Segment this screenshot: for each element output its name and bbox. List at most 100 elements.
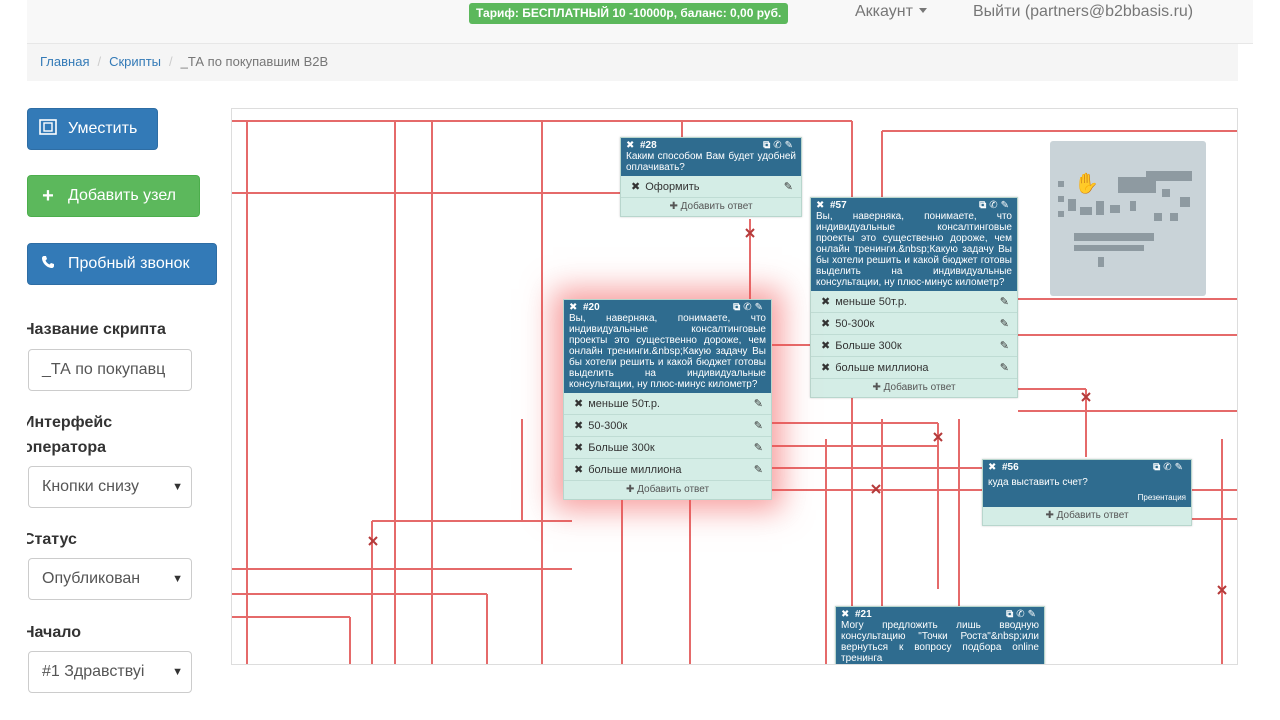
add-answer-link[interactable]: ✚ Добавить ответ (983, 507, 1191, 525)
start-label: Начало (27, 624, 81, 641)
app-frame: Тариф: БЕСПЛАТНЫЙ 10 -10000р, баланс: 0,… (27, 0, 1253, 720)
delete-icon[interactable]: ✖ (841, 609, 849, 620)
script-flow-canvas[interactable]: ✋ ✖ #28 ⧉✆✎ Каким способом Вам будет удоб… (231, 108, 1238, 665)
answer-item[interactable]: ✖ больше миллиона ✎ (564, 459, 771, 481)
delete-icon[interactable]: ✖ (816, 200, 824, 211)
node-header: ✖ #56 ⧉✆✎ куда выставить счет? Презентаци… (983, 460, 1191, 507)
edit-icon[interactable]: ✎ (754, 419, 763, 432)
edit-icon[interactable]: ✎ (754, 397, 763, 410)
delete-answer-icon[interactable]: ✖ (631, 181, 640, 193)
node-question: куда выставить счет? (988, 477, 1088, 488)
answer-item[interactable]: ✖ Больше 300к ✎ (564, 437, 771, 459)
delete-answer-icon[interactable]: ✖ (574, 442, 583, 454)
node-20[interactable]: ✖ #20 ⧉✆✎ Вы, наверняка, понимаете, что и… (563, 299, 772, 500)
node-question: Могу предложить лишь вводную консультаци… (841, 620, 1039, 664)
breadcrumb-separator: / (169, 54, 173, 69)
plus-icon: + (42, 184, 54, 207)
node-subtitle: Презентация (1137, 493, 1186, 502)
node-question: Вы, наверняка, понимаете, что индивидуал… (816, 211, 1012, 288)
add-answer-link[interactable]: ✚ Добавить ответ (621, 198, 801, 216)
fit-button[interactable]: Уместить (27, 108, 158, 150)
node-header: ✖ #21 ⧉✆✎ Могу предложить лишь вводную ко… (836, 607, 1044, 664)
node-tools[interactable]: ⧉✆✎ (1153, 462, 1186, 473)
answer-item[interactable]: ✖ меньше 50т.р. ✎ (811, 291, 1017, 313)
edit-icon[interactable]: ✎ (754, 441, 763, 454)
breadcrumb-current: _ТА по покупавшим В2В (180, 54, 329, 69)
node-tools[interactable]: ⧉✆✎ (979, 200, 1012, 211)
script-name-input[interactable]: _ТА по покупавц (28, 349, 192, 391)
test-call-button[interactable]: Пробный звонок (27, 243, 217, 285)
add-answer-link[interactable]: ✚ Добавить ответ (564, 481, 771, 499)
add-node-button[interactable]: + Добавить узел (27, 175, 200, 217)
account-menu[interactable]: Аккаунт (855, 2, 927, 22)
node-question: Вы, наверняка, понимаете, что индивидуал… (569, 313, 766, 390)
answer-label: 50-300к (835, 318, 875, 330)
add-node-button-label: Добавить узел (68, 187, 177, 204)
node-21[interactable]: ✖ #21 ⧉✆✎ Могу предложить лишь вводную ко… (835, 606, 1045, 664)
node-header: ✖ #57 ⧉✆✎ Вы, наверняка, понимаете, что и… (811, 198, 1017, 291)
tariff-badge: Тариф: БЕСПЛАТНЫЙ 10 -10000р, баланс: 0,… (469, 3, 789, 24)
delete-icon[interactable]: ✖ (988, 462, 996, 473)
node-tools[interactable]: ⧉✆✎ (733, 302, 766, 313)
script-name-value: _ТА по покупавц (42, 361, 166, 378)
script-name-label: Название скрипта (27, 321, 166, 338)
breadcrumb-separator: / (97, 54, 102, 69)
edit-icon[interactable]: ✎ (1000, 295, 1009, 308)
minimap[interactable]: ✋ (1050, 141, 1206, 296)
node-header: ✖ #28 ⧉✆✎ Каким способом Вам будет удобне… (621, 138, 801, 176)
edit-icon[interactable]: ✎ (754, 463, 763, 476)
delete-answer-icon[interactable]: ✖ (574, 420, 583, 432)
answer-label: Больше 300к (835, 340, 902, 352)
node-id: #28 (639, 140, 657, 151)
answer-item[interactable]: ✖ 50-300к ✎ (811, 313, 1017, 335)
status-label: Статус (27, 531, 77, 548)
edit-icon[interactable]: ✎ (784, 180, 793, 193)
node-tools[interactable]: ⧉✆✎ (1006, 609, 1039, 620)
delete-answer-icon[interactable]: ✖ (821, 362, 830, 374)
node-id: #57 (829, 200, 847, 211)
interface-label-line2: оператора (27, 439, 107, 456)
test-call-button-label: Пробный звонок (68, 255, 190, 272)
add-answer-link[interactable]: ✚ Добавить ответ (811, 379, 1017, 397)
delete-answer-icon[interactable]: ✖ (574, 464, 583, 476)
delete-answer-icon[interactable]: ✖ (821, 296, 830, 308)
phone-icon (38, 255, 58, 274)
start-select[interactable]: #1 Здравствуі ▼ (28, 651, 192, 693)
answer-item[interactable]: ✖ Оформить ✎ (621, 176, 801, 198)
logout-link[interactable]: Выйти (partners@b2bbasis.ru) (973, 2, 1193, 22)
delete-icon[interactable]: ✖ (569, 302, 577, 313)
node-tools[interactable]: ⧉✆✎ (763, 140, 796, 151)
interface-value: Кнопки снизу (42, 478, 140, 495)
plus-icon: ✚ (872, 382, 881, 393)
answer-label: меньше 50т.р. (835, 296, 907, 308)
interface-select[interactable]: Кнопки снизу ▼ (28, 466, 192, 508)
breadcrumb-home[interactable]: Главная (40, 54, 89, 69)
answer-label: меньше 50т.р. (588, 398, 660, 410)
breadcrumb-scripts[interactable]: Скрипты (109, 54, 161, 69)
answer-label: больше миллиона (588, 464, 682, 476)
edit-icon[interactable]: ✎ (1000, 361, 1009, 374)
delete-answer-icon[interactable]: ✖ (574, 398, 583, 410)
node-56[interactable]: ✖ #56 ⧉✆✎ куда выставить счет? Презентаци… (982, 459, 1192, 526)
add-answer-label: Добавить ответ (1056, 510, 1129, 521)
edit-icon[interactable]: ✎ (1000, 317, 1009, 330)
delete-answer-icon[interactable]: ✖ (821, 318, 830, 330)
answer-item[interactable]: ✖ 50-300к ✎ (564, 415, 771, 437)
add-answer-label: Добавить ответ (680, 201, 753, 212)
node-28[interactable]: ✖ #28 ⧉✆✎ Каким способом Вам будет удобне… (620, 137, 802, 217)
delete-icon[interactable]: ✖ (626, 140, 634, 151)
node-id: #56 (1001, 462, 1019, 473)
status-value: Опубликован (42, 570, 141, 587)
answer-label: больше миллиона (835, 362, 929, 374)
add-answer-label: Добавить ответ (637, 484, 710, 495)
answer-item[interactable]: ✖ Больше 300к ✎ (811, 335, 1017, 357)
hand-cursor-icon: ✋ (1074, 173, 1099, 195)
answer-item[interactable]: ✖ меньше 50т.р. ✎ (564, 393, 771, 415)
node-57[interactable]: ✖ #57 ⧉✆✎ Вы, наверняка, понимаете, что и… (810, 197, 1018, 398)
delete-answer-icon[interactable]: ✖ (821, 340, 830, 352)
edit-icon[interactable]: ✎ (1000, 339, 1009, 352)
answer-label: Оформить (645, 181, 700, 193)
answer-item[interactable]: ✖ больше миллиона ✎ (811, 357, 1017, 379)
answer-label: 50-300к (588, 420, 628, 432)
status-select[interactable]: Опубликован ▼ (28, 558, 192, 600)
